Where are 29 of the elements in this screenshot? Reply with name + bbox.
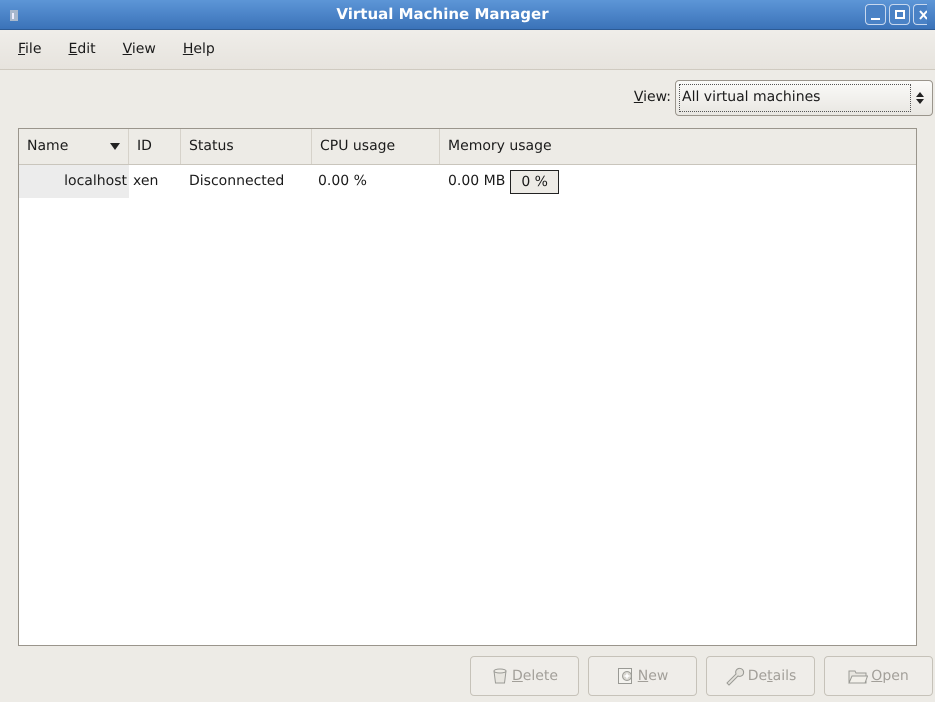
menu-item[interactable]: File — [12, 39, 48, 60]
view-label: View: — [634, 88, 671, 107]
column-header[interactable]: Memory usage — [440, 129, 916, 164]
trash-can-icon — [491, 667, 509, 685]
column-header[interactable]: CPU usage — [312, 129, 440, 164]
window-title: Virtual Machine Manager — [335, 4, 550, 26]
menu-item[interactable]: Help — [176, 39, 221, 60]
column-header[interactable]: Status — [181, 129, 312, 164]
close-button[interactable] — [913, 4, 927, 25]
close-icon — [919, 10, 927, 20]
column-header[interactable]: Name — [19, 129, 129, 164]
add-page-icon — [616, 667, 635, 685]
memory-bar: 0 % — [510, 170, 559, 194]
menu-item[interactable]: Edit — [62, 39, 102, 60]
menu-item[interactable]: View — [116, 39, 162, 60]
table-cell: localhost — [19, 165, 129, 198]
wrench-icon — [724, 666, 745, 686]
up-down-arrows-icon — [915, 90, 925, 104]
app-icon — [8, 8, 20, 22]
table-cell-text: 0.00 MB — [447, 172, 506, 191]
sort-arrow-icon — [110, 143, 120, 150]
table-cell-text: xen — [132, 172, 160, 191]
column-header[interactable]: ID — [129, 129, 181, 164]
table-cell-text: 0.00 % — [317, 172, 368, 191]
maximize-button[interactable] — [889, 4, 910, 25]
view-dropdown[interactable]: All virtual machines — [675, 80, 933, 116]
minimize-button[interactable] — [865, 4, 886, 25]
folder-icon — [848, 668, 868, 684]
table-cell-text: Disconnected — [188, 172, 286, 191]
